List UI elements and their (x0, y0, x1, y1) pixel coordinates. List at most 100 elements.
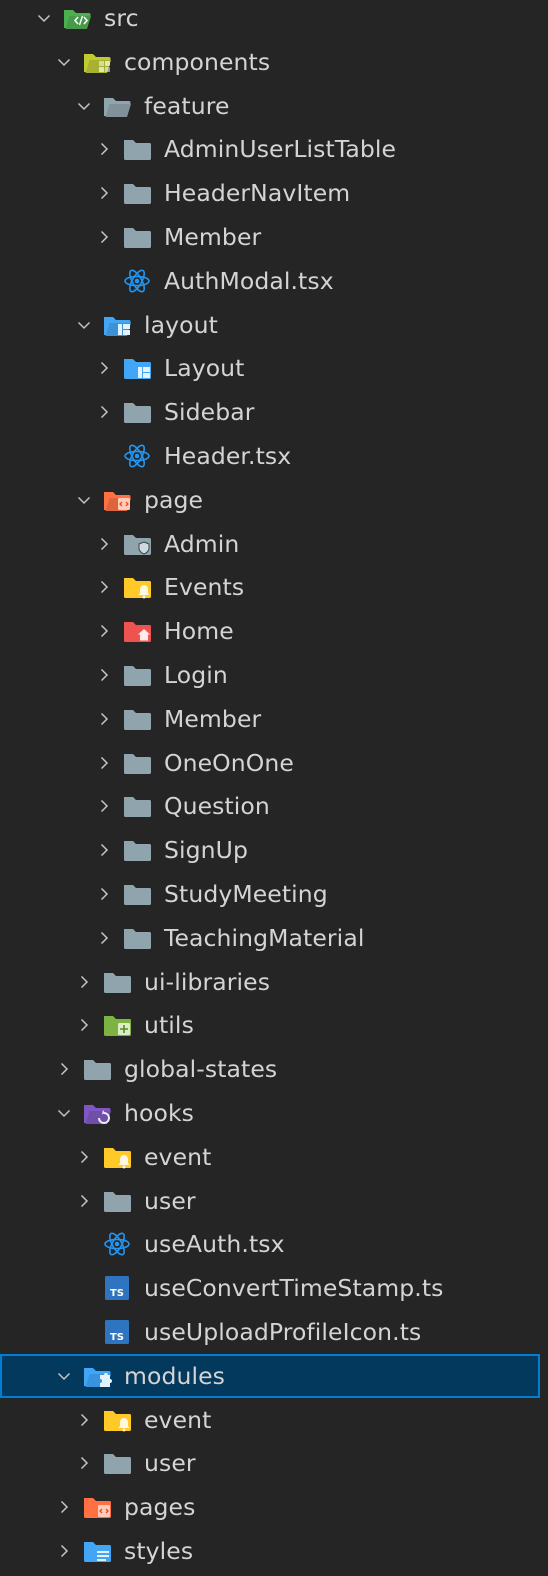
item-label: Layout (164, 354, 245, 383)
modules-folder-open-icon (82, 1363, 112, 1389)
folder-item-hooks[interactable]: hooks (0, 1091, 538, 1135)
folder-icon (122, 793, 152, 819)
folder-item-styles[interactable]: styles (0, 1529, 538, 1573)
folder-item-pages[interactable]: pages (0, 1485, 538, 1529)
chevron-right-icon[interactable] (94, 183, 114, 203)
folder-icon (102, 969, 132, 995)
chevron-down-icon[interactable] (74, 315, 94, 335)
folder-item-signup[interactable]: SignUp (0, 828, 538, 872)
chevron-right-icon[interactable] (94, 796, 114, 816)
layout-folder-icon (122, 355, 152, 381)
home-folder-icon (122, 618, 152, 644)
item-label: Login (164, 661, 228, 689)
item-label: HeaderNavItem (164, 179, 351, 208)
chevron-down-icon[interactable] (54, 1366, 74, 1386)
file-item-useconverttimestamp-ts[interactable]: TS useConvertTimeStamp.ts (0, 1266, 538, 1310)
folder-item-member[interactable]: Member (0, 215, 538, 259)
item-label: utils (144, 1011, 194, 1040)
chevron-right-icon[interactable] (74, 1453, 94, 1473)
chevron-right-icon[interactable] (74, 972, 94, 992)
event-folder-icon (122, 574, 152, 600)
chevron-right-icon[interactable] (94, 621, 114, 641)
chevron-down-icon[interactable] (54, 52, 74, 72)
chevron-right-icon[interactable] (74, 1147, 94, 1167)
item-label: Sidebar (164, 398, 255, 427)
folder-icon (122, 224, 152, 250)
chevron-right-icon[interactable] (94, 139, 114, 159)
item-label: AdminUserListTable (164, 135, 397, 164)
folder-item-headernavitem[interactable]: HeaderNavItem (0, 171, 538, 215)
file-item-authmodal-tsx[interactable]: AuthModal.tsx (0, 259, 538, 303)
folder-item-user[interactable]: user (0, 1179, 538, 1223)
folder-item-src[interactable]: src (0, 0, 538, 40)
item-label: OneOnOne (164, 748, 294, 777)
chevron-right-icon[interactable] (74, 1410, 94, 1430)
folder-item-ui-libraries[interactable]: ui-libraries (0, 960, 538, 1004)
folder-item-question[interactable]: Question (0, 784, 538, 828)
chevron-right-icon[interactable] (94, 709, 114, 729)
item-label: pages (124, 1493, 196, 1522)
chevron-down-icon[interactable] (34, 8, 54, 28)
folder-item-components[interactable]: components (0, 40, 538, 84)
folder-icon (122, 881, 152, 907)
folder-item-login[interactable]: Login (0, 653, 538, 697)
folder-item-oneonone[interactable]: OneOnOne (0, 741, 538, 785)
chevron-right-icon[interactable] (94, 753, 114, 773)
src-folder-open-icon (62, 5, 92, 31)
chevron-right-icon[interactable] (94, 577, 114, 597)
folder-item-adminuserlisttable[interactable]: AdminUserListTable (0, 127, 538, 171)
chevron-right-icon[interactable] (94, 928, 114, 948)
chevron-right-icon[interactable] (74, 1191, 94, 1211)
folder-icon (122, 136, 152, 162)
file-item-useuploadprofileicon-ts[interactable]: TS useUploadProfileIcon.ts (0, 1310, 538, 1354)
page-folder-open-icon (102, 487, 132, 513)
folder-item-event[interactable]: event (0, 1398, 538, 1442)
item-label: TeachingMaterial (164, 923, 365, 952)
item-label: src (104, 4, 139, 32)
folder-item-home[interactable]: Home (0, 609, 538, 653)
file-item-useauth-tsx[interactable]: useAuth.tsx (0, 1222, 538, 1266)
chevron-down-icon[interactable] (54, 1103, 74, 1123)
folder-item-utils[interactable]: utils (0, 1003, 538, 1047)
chevron-right-icon[interactable] (54, 1059, 74, 1079)
folder-icon (122, 180, 152, 206)
folder-item-modules[interactable]: modules (0, 1353, 540, 1398)
folder-item-events[interactable]: Events (0, 565, 538, 609)
chevron-right-icon[interactable] (94, 227, 114, 247)
item-label: styles (124, 1537, 194, 1565)
folder-item-member[interactable]: Member (0, 697, 538, 741)
item-label: AuthModal.tsx (164, 266, 334, 295)
folder-icon (122, 750, 152, 776)
chevron-down-icon[interactable] (74, 490, 94, 510)
folder-item-page[interactable]: page (0, 478, 538, 522)
folder-item-studymeeting[interactable]: StudyMeeting (0, 872, 538, 916)
chevron-right-icon[interactable] (94, 358, 114, 378)
components-folder-open-icon (82, 49, 112, 75)
item-label: global-states (124, 1055, 278, 1084)
chevron-right-icon[interactable] (74, 1015, 94, 1035)
file-item-header-tsx[interactable]: Header.tsx (0, 434, 538, 478)
folder-item-user[interactable]: user (0, 1441, 538, 1485)
folder-item-feature[interactable]: feature (0, 84, 538, 128)
chevron-right-icon[interactable] (94, 884, 114, 904)
chevron-right-icon[interactable] (94, 665, 114, 685)
chevron-right-icon[interactable] (94, 402, 114, 422)
item-label: useConvertTimeStamp.ts (144, 1274, 444, 1303)
chevron-right-icon[interactable] (54, 1541, 74, 1561)
folder-item-teachingmaterial[interactable]: TeachingMaterial (0, 916, 538, 960)
chevron-right-icon[interactable] (54, 1497, 74, 1517)
folder-icon (102, 1450, 132, 1476)
page-folder-icon (82, 1494, 112, 1520)
folder-item-sidebar[interactable]: Sidebar (0, 390, 538, 434)
item-label: useUploadProfileIcon.ts (144, 1318, 422, 1346)
folder-item-global-states[interactable]: global-states (0, 1047, 538, 1091)
chevron-right-icon[interactable] (94, 534, 114, 554)
folder-item-layout[interactable]: Layout (0, 346, 538, 390)
folder-item-admin[interactable]: Admin (0, 522, 538, 566)
folder-icon (102, 1188, 132, 1214)
chevron-down-icon[interactable] (74, 96, 94, 116)
chevron-right-icon[interactable] (94, 840, 114, 860)
item-label: page (144, 485, 204, 514)
folder-item-layout[interactable]: layout (0, 303, 538, 347)
folder-item-event[interactable]: event (0, 1135, 538, 1179)
